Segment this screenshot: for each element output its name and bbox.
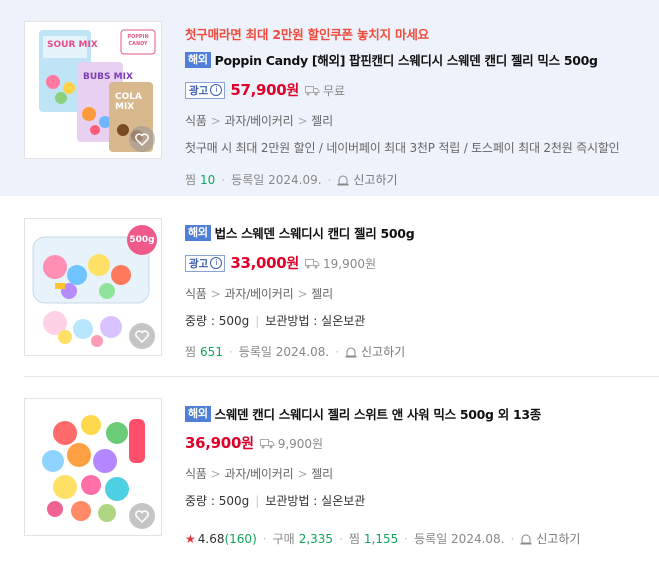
shipping-fee: 19,900원 xyxy=(323,256,377,271)
product-title-row[interactable]: 해외 법스 스웨덴 스웨디시 캔디 젤리 500g xyxy=(185,223,649,242)
benefit-text: 첫구매 시 최대 2만원 할인 / 네이버페이 최대 3천P 적립 / 토스페이… xyxy=(185,141,620,155)
product-thumbnail[interactable]: SOUR MIX BUBS MIX COLA MIX POPPIN CANDY xyxy=(24,21,162,159)
storage-spec: 보관방법 : 실온보관 xyxy=(265,314,366,328)
product-title-row[interactable]: 해외 스웨덴 캔디 스웨디시 젤리 스위트 앤 사워 믹스 500g 외 13종 xyxy=(185,404,649,423)
price: 57,900원 xyxy=(230,81,300,99)
thumb-text: POPPIN CANDY xyxy=(127,34,149,47)
category-link[interactable]: 젤리 xyxy=(311,467,333,481)
divider xyxy=(24,376,659,377)
heart-icon xyxy=(135,132,149,146)
product-title[interactable]: 스웨덴 캔디 스웨디시 젤리 스위트 앤 사워 믹스 500g 외 13종 xyxy=(215,404,542,423)
ad-badge[interactable]: 광고 i xyxy=(185,254,226,272)
product-item-1: SOUR MIX BUBS MIX COLA MIX POPPIN CANDY … xyxy=(0,0,659,196)
report-link[interactable]: 신고하기 xyxy=(345,343,405,360)
product-title-row[interactable]: 해외 Poppin Candy [해외] 팝핀캔디 스웨디시 스웨덴 캔디 젤리… xyxy=(185,50,649,69)
star-icon: ★ xyxy=(185,531,196,546)
wishlist-heart-button[interactable] xyxy=(129,126,155,152)
truck-icon xyxy=(305,258,320,268)
info-icon: i xyxy=(210,84,223,96)
zzim-count: 10 xyxy=(200,172,216,187)
heart-icon xyxy=(135,329,149,343)
siren-icon xyxy=(337,175,349,185)
category-link[interactable]: 젤리 xyxy=(311,287,333,301)
zzim-count: 1,155 xyxy=(363,531,399,546)
category-breadcrumb: 식품 > 과자/베이커리 > 젤리 xyxy=(185,467,333,481)
product-thumbnail[interactable] xyxy=(24,398,162,536)
wishlist-heart-button[interactable] xyxy=(129,323,155,349)
category-breadcrumb: 식품 > 과자/베이커리 > 젤리 xyxy=(185,287,333,301)
category-link[interactable]: 과자/베이커리 xyxy=(225,287,294,301)
product-title[interactable]: 법스 스웨덴 스웨디시 캔디 젤리 500g xyxy=(215,223,415,242)
wishlist-heart-button[interactable] xyxy=(129,503,155,529)
thumb-text: BUBS MIX xyxy=(83,72,133,82)
product-stats: 찜 10 · 등록일 2024.09. · 신고하기 xyxy=(185,171,398,188)
overseas-badge: 해외 xyxy=(185,51,211,68)
product-info: 첫구매라면 최대 2만원 할인쿠폰 놓치지 마세요 해외 Poppin Cand… xyxy=(185,24,649,188)
purchase-label: 구매 xyxy=(272,532,295,546)
price-row: 광고 i 57,900원 무료 xyxy=(185,80,649,100)
product-thumbnail[interactable]: 500g xyxy=(24,218,162,356)
info-icon: i xyxy=(210,257,223,269)
truck-icon xyxy=(259,438,275,448)
shipping-info: 19,900원 xyxy=(305,255,376,272)
siren-icon xyxy=(520,534,532,544)
price: 33,000원 xyxy=(230,254,300,272)
product-info: 해외 법스 스웨덴 스웨디시 캔디 젤리 500g 광고 i 33,000원 19… xyxy=(185,223,649,360)
zzim-count: 651 xyxy=(200,344,223,359)
category-link[interactable]: 식품 xyxy=(185,467,207,481)
product-stats: 찜 651 · 등록일 2024.08. · 신고하기 xyxy=(185,343,406,360)
product-spec: 중량 : 500g | 보관방법 : 실온보관 xyxy=(185,314,366,328)
zzim-label: 찜 xyxy=(185,173,197,187)
shipping-info: 9,900원 xyxy=(259,435,324,452)
category-link[interactable]: 과자/베이커리 xyxy=(225,467,294,481)
product-item-2: 500g 해외 법스 스웨덴 스웨디시 캔디 젤리 500g 광고 i 33,00… xyxy=(0,198,659,377)
product-stats: ★ 4.68 (160) · 구매 2,335 · 찜 1,155 · 등록일 202… xyxy=(185,530,581,547)
purchase-count: 2,335 xyxy=(298,531,334,546)
registered-date: 등록일 2024.09. xyxy=(231,173,322,187)
thumb-text: COLA MIX xyxy=(115,92,142,112)
category-link[interactable]: 식품 xyxy=(185,114,207,128)
promo-text[interactable]: 첫구매라면 최대 2만원 할인쿠폰 놓치지 마세요 xyxy=(185,24,649,43)
price-row: 광고 i 33,000원 19,900원 xyxy=(185,253,649,273)
zzim-label: 찜 xyxy=(348,532,360,546)
product-spec: 중량 : 500g | 보관방법 : 실온보관 xyxy=(185,494,366,508)
category-link[interactable]: 식품 xyxy=(185,287,207,301)
ad-badge[interactable]: 광고 i xyxy=(185,81,226,99)
registered-date: 등록일 2024.08. xyxy=(414,532,505,546)
weight-spec: 중량 : 500g xyxy=(185,494,250,508)
thumb-text: SOUR MIX xyxy=(47,40,98,50)
product-info: 해외 스웨덴 캔디 스웨디시 젤리 스위트 앤 사워 믹스 500g 외 13종… xyxy=(185,404,649,547)
report-link[interactable]: 신고하기 xyxy=(520,530,580,547)
weight-tag: 500g xyxy=(127,225,157,255)
report-link[interactable]: 신고하기 xyxy=(337,171,398,188)
shipping-fee: 무료 xyxy=(323,83,346,98)
heart-icon xyxy=(135,509,149,523)
storage-spec: 보관방법 : 실온보관 xyxy=(265,494,366,508)
truck-icon xyxy=(305,85,320,95)
review-count[interactable]: (160) xyxy=(224,532,256,546)
overseas-badge: 해외 xyxy=(185,224,211,241)
price: 36,900원 xyxy=(185,434,254,452)
shipping-fee: 9,900원 xyxy=(277,436,324,451)
siren-icon xyxy=(345,347,357,357)
product-title[interactable]: Poppin Candy [해외] 팝핀캔디 스웨디시 스웨덴 캔디 젤리 믹스… xyxy=(215,50,598,69)
zzim-label: 찜 xyxy=(185,345,197,359)
shipping-info: 무료 xyxy=(305,82,345,99)
category-link[interactable]: 과자/베이커리 xyxy=(225,114,294,128)
price-row: 36,900원 9,900원 xyxy=(185,433,649,453)
overseas-badge: 해외 xyxy=(185,405,211,422)
category-breadcrumb: 식품 > 과자/베이커리 > 젤리 xyxy=(185,114,333,128)
category-link[interactable]: 젤리 xyxy=(311,114,333,128)
weight-spec: 중량 : 500g xyxy=(185,314,250,328)
rating-score: 4.68 xyxy=(197,531,225,546)
product-item-3: 해외 스웨덴 캔디 스웨디시 젤리 스위트 앤 사워 믹스 500g 외 13종… xyxy=(0,378,659,563)
registered-date: 등록일 2024.08. xyxy=(238,345,330,359)
